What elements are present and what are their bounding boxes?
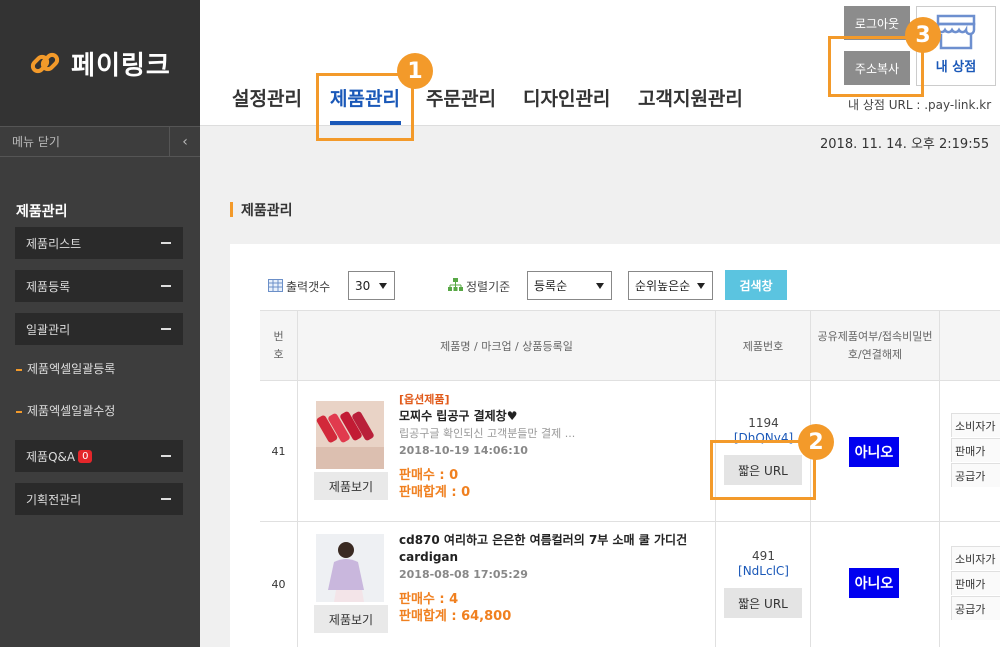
menu-close-label: 메뉴 닫기: [12, 135, 60, 149]
table-row: 40 제품보기 cd870 여리하고 은은한 여름컬러의 7부 소매 쿨 가디건…: [260, 522, 1000, 647]
sidebar-subitem-excel-register[interactable]: 제품엑셀일괄등록: [16, 360, 115, 377]
product-name[interactable]: 모찌수 립공구 결제창♥: [399, 408, 575, 425]
qna-count-badge: 0: [78, 449, 93, 463]
product-thumbnail[interactable]: [316, 401, 384, 469]
minus-icon: [161, 328, 171, 330]
sidebar-item-label: 제품리스트: [26, 236, 82, 251]
search-button[interactable]: 검색창: [725, 270, 787, 300]
minus-icon: [161, 242, 171, 244]
table-row: 41 제품보기 [옵션제품] 모찌수 립공구 결제창♥ 립공구글 확인되신 고객…: [260, 381, 1000, 522]
caret-down-icon: [697, 283, 705, 289]
logo-text: 페이링크: [71, 50, 171, 81]
view-product-button[interactable]: 제품보기: [314, 605, 388, 633]
supply-price-label: 공급가: [951, 463, 1000, 487]
annotation-number-1: 1: [397, 53, 433, 89]
shop-url-text: 내 상점 URL : .pay-link.kr: [848, 98, 992, 112]
tab-settings[interactable]: 설정관리: [232, 84, 302, 111]
tab-customer-support[interactable]: 고객지원관리: [638, 84, 743, 111]
minus-icon: [161, 455, 171, 457]
product-number-cell: 491 [NdLclC] 짧은 URL: [716, 522, 811, 647]
title-accent-bar: [230, 202, 233, 217]
sidebar-subitem-label: 제품엑셀일괄등록: [27, 362, 116, 376]
view-product-button[interactable]: 제품보기: [314, 472, 388, 500]
sidebar-item-product-qna[interactable]: 제품Q&A 0: [15, 440, 183, 472]
tab-design[interactable]: 디자인관리: [523, 84, 610, 111]
sidebar-item-label: 일괄관리: [26, 322, 71, 337]
logout-button[interactable]: 로그아웃: [844, 6, 910, 40]
sort-label: 정렬기준: [466, 280, 511, 294]
product-cell: 제품보기 cd870 여리하고 은은한 여름컬러의 7부 소매 쿨 가디건 ca…: [298, 522, 716, 647]
page-title: 제품관리: [230, 200, 293, 220]
product-number: 1194: [748, 416, 779, 430]
header-num: 번호: [260, 311, 298, 381]
count-select[interactable]: 30: [348, 271, 395, 300]
sidebar-section-title: 제품관리: [16, 204, 68, 220]
product-code: [NdLclC]: [738, 564, 789, 578]
current-datetime: 2018. 11. 14. 오후 2:19:55: [820, 137, 990, 152]
sidebar-item-bulk-manage[interactable]: 일괄관리: [15, 313, 183, 345]
chevron-left-icon[interactable]: ‹: [169, 127, 200, 156]
sidebar-item-product-list[interactable]: 제품리스트: [15, 227, 183, 259]
caret-down-icon: [379, 283, 387, 289]
table-header-row: 번호 제품명 / 마크업 / 상품등록일 제품번호 공유제품여부/접속비밀번호/…: [260, 310, 1000, 381]
sidebar-item-label: 기획전관리: [26, 492, 82, 507]
share-status-badge[interactable]: 아니오: [849, 437, 899, 467]
count-label: 출력갯수: [286, 280, 331, 294]
product-description: 립공구글 확인되신 고객분들만 결제 ...: [399, 427, 576, 440]
minus-icon: [161, 498, 171, 500]
share-status-badge[interactable]: 아니오: [849, 568, 899, 598]
tab-orders[interactable]: 주문관리: [426, 84, 496, 111]
annotation-number-3: 3: [905, 17, 941, 53]
bullet-icon: [16, 368, 22, 371]
supply-price-label: 공급가: [951, 596, 1000, 620]
grid-icon: [268, 279, 283, 292]
product-date: 2018-10-19 14:06:10: [399, 444, 528, 457]
count-select-value: 30: [355, 278, 371, 293]
retail-price-label: 소비자가: [951, 546, 1000, 570]
header-product: 제품명 / 마크업 / 상품등록일: [298, 311, 716, 381]
product-date: 2018-08-08 17:05:29: [399, 568, 528, 581]
sales-count: 판매수 : 0: [399, 468, 459, 483]
link-logo-icon: [29, 47, 61, 79]
option-product-tag: [옵션제품]: [399, 393, 450, 406]
sidebar-item-label: 제품등록: [26, 279, 71, 294]
sidebar-item-product-register[interactable]: 제품등록: [15, 270, 183, 302]
retail-price-label: 소비자가: [951, 413, 1000, 437]
minus-icon: [161, 285, 171, 287]
highlight-box-1: [316, 73, 414, 141]
order-select[interactable]: 순위높은순: [628, 271, 713, 300]
sale-price-label: 판매가: [951, 438, 1000, 462]
product-cell: 제품보기 [옵션제품] 모찌수 립공구 결제창♥ 립공구글 확인되신 고객분들만…: [298, 381, 716, 522]
sales-total: 판매합계 : 64,800: [399, 609, 512, 624]
sidebar: 페이링크 메뉴 닫기 ‹ 제품관리 제품리스트 제품등록 일괄관리 제품엑셀일괄…: [0, 0, 200, 647]
sidebar-subitem-excel-edit[interactable]: 제품엑셀일괄수정: [16, 402, 115, 419]
sales-total: 판매합계 : 0: [399, 485, 471, 500]
logo[interactable]: 페이링크: [0, 0, 200, 126]
tree-sort-icon: [448, 278, 463, 291]
share-cell: 아니오: [811, 522, 940, 647]
header-product-number: 제품번호: [716, 311, 811, 381]
menu-close-bar[interactable]: 메뉴 닫기 ‹: [0, 126, 200, 157]
sidebar-item-exhibition[interactable]: 기획전관리: [15, 483, 183, 515]
sort-select-value: 등록순: [534, 279, 568, 293]
annotation-number-2: 2: [798, 424, 834, 460]
sale-price-label: 판매가: [951, 571, 1000, 595]
product-name-secondary: cardigan: [399, 550, 459, 564]
short-url-button[interactable]: 짧은 URL: [724, 588, 802, 618]
row-number: 41: [260, 381, 298, 522]
bullet-icon: [16, 410, 22, 413]
product-thumbnail[interactable]: [316, 534, 384, 602]
sort-select[interactable]: 등록순: [527, 271, 612, 300]
sidebar-subitem-label: 제품엑셀일괄수정: [27, 404, 116, 418]
caret-down-icon: [596, 283, 604, 289]
sales-count: 판매수 : 4: [399, 592, 459, 607]
sidebar-item-label: 제품Q&A: [26, 449, 76, 464]
row-number: 40: [260, 522, 298, 647]
order-select-value: 순위높은순: [635, 279, 691, 293]
product-name[interactable]: cd870 여리하고 은은한 여름컬러의 7부 소매 쿨 가디건: [399, 532, 687, 549]
my-shop-label: 내 상점: [935, 60, 977, 75]
product-number: 491: [752, 549, 775, 563]
header-share: 공유제품여부/접속비밀번호/연결해제: [811, 311, 940, 381]
page-title-text: 제품관리: [241, 203, 293, 219]
